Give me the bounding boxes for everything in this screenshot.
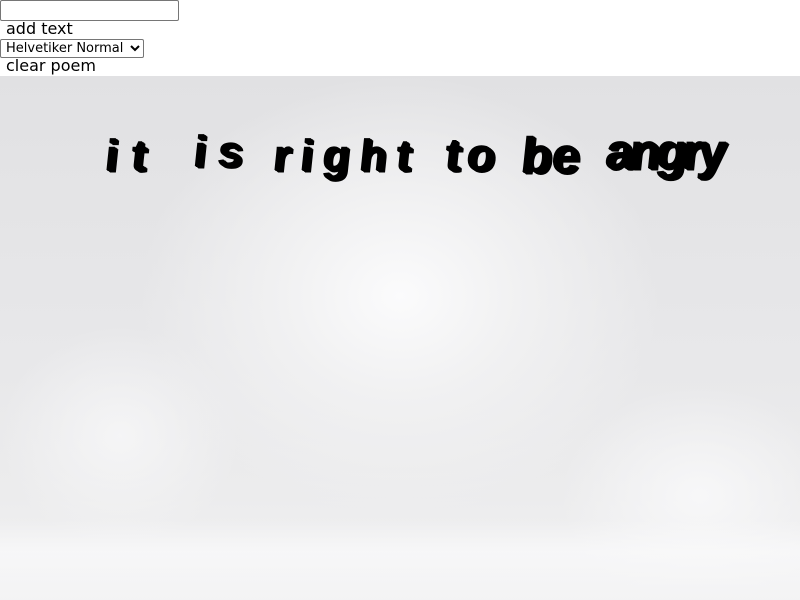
- poem-word: tototototototo: [442, 128, 506, 182]
- add-text-button[interactable]: add text: [6, 20, 73, 38]
- poem-word: rightrightrightrightrightrightright: [270, 131, 426, 182]
- svg-text:be: be: [518, 127, 582, 183]
- poem-line: it it it it it it it is is is is is is is right right ri…: [102, 123, 768, 186]
- poem-word: bebebebebebebe: [518, 127, 586, 185]
- poem-word: ititititititit: [102, 131, 165, 182]
- controls-panel: add text Helvetiker Normal clear poem: [0, 0, 800, 76]
- svg-text:right: right: [270, 131, 423, 180]
- svg-text:angry: angry: [602, 123, 728, 179]
- 3d-stage[interactable]: it it it it it it it is is is is is is is right right ri…: [0, 76, 800, 600]
- svg-text:to: to: [442, 128, 503, 180]
- clear-poem-button[interactable]: clear poem: [6, 57, 96, 75]
- poem-text-input[interactable]: [0, 0, 179, 21]
- poem-word: isisisisisisis: [191, 127, 260, 178]
- poem-word: angryangryangryangryangryangryangry: [602, 123, 731, 181]
- svg-text:is: is: [191, 127, 257, 176]
- svg-text:it: it: [102, 131, 162, 180]
- poem-text-3d: ititititititit isisisisisisis rightrightri…: [102, 123, 732, 185]
